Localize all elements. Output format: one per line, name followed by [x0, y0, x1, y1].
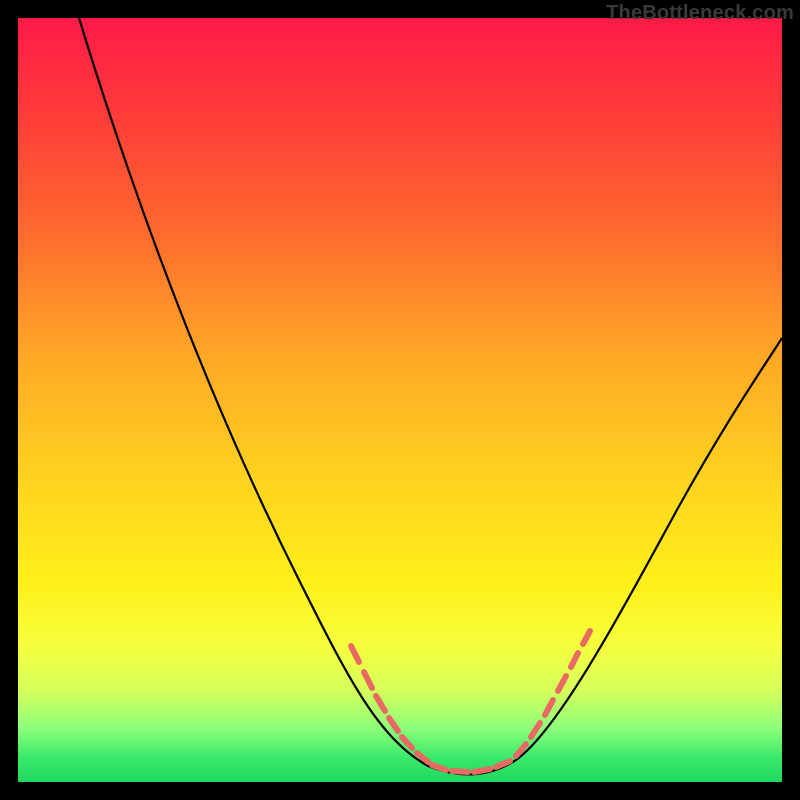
dash-seg [351, 646, 359, 662]
dash-seg [364, 672, 372, 688]
watermark-text: TheBottleneck.com [606, 2, 794, 25]
dash-seg [474, 769, 490, 772]
dash-seg [389, 718, 398, 731]
dash-seg [452, 771, 468, 772]
chart-frame [18, 18, 782, 782]
dash-seg [583, 631, 590, 644]
dash-seg [545, 700, 553, 715]
dash-seg [496, 761, 510, 767]
dash-seg [402, 737, 412, 748]
dash-seg [558, 676, 566, 691]
valley-highlight-bottom [432, 761, 510, 772]
dash-seg [376, 696, 385, 711]
dash-seg [571, 653, 578, 667]
valley-highlight-right [516, 631, 590, 756]
bottleneck-curve [79, 18, 782, 774]
curve-layer [18, 18, 782, 782]
dash-seg [531, 723, 540, 737]
valley-highlight-left [351, 646, 428, 762]
